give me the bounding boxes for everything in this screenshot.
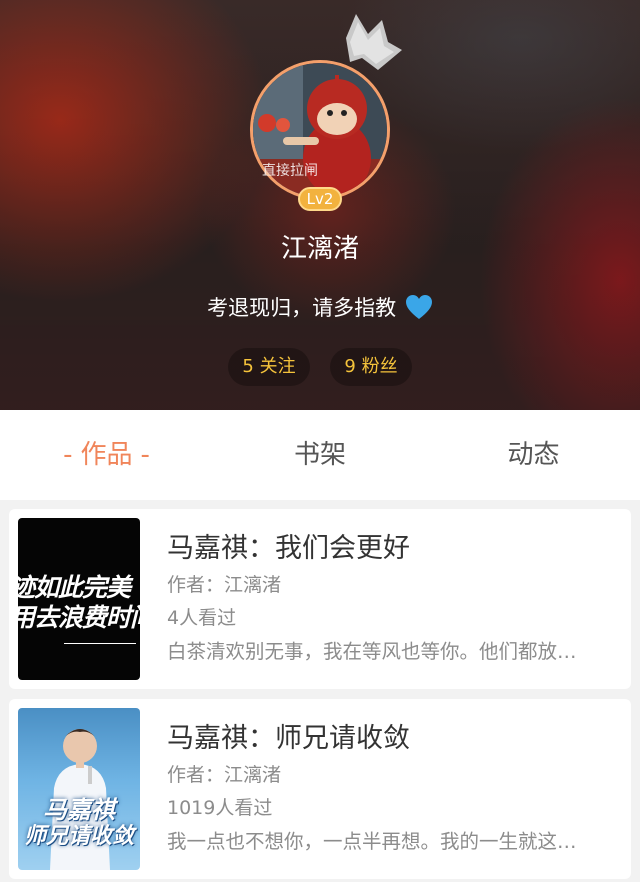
tab-bookshelf-label: 书架 bbox=[293, 440, 346, 470]
work-card[interactable]: 马嘉祺 师兄请收敛 马嘉祺：师兄请收敛 作者：江漓渚 1019人看过 我一点也不… bbox=[9, 699, 631, 879]
followers-count[interactable]: 9 粉丝 bbox=[330, 348, 412, 386]
tab-activity-label: 动态 bbox=[507, 440, 560, 470]
cover-text: 师兄请收敛 bbox=[23, 824, 134, 849]
tab-indicator-left: - bbox=[63, 440, 73, 470]
work-cover[interactable]: 迹如此完美 用去浪费时间 bbox=[18, 518, 140, 680]
work-author: 作者：江漓渚 bbox=[167, 764, 282, 786]
profile-header: 直接拉闸 Lv2 江漓渚 考退现归，请多指教 5 关注 9 粉丝 bbox=[0, 0, 640, 410]
work-views: 4人看过 bbox=[167, 607, 237, 629]
work-card[interactable]: 迹如此完美 用去浪费时间 马嘉祺：我们会更好 作者：江漓渚 4人看过 白茶清欢别… bbox=[9, 509, 631, 689]
work-description: 我一点也不想你，一点半再想。我的一生就这… bbox=[167, 830, 577, 853]
profile-name: 江漓渚 bbox=[280, 234, 359, 264]
work-cover[interactable]: 马嘉祺 师兄请收敛 bbox=[18, 708, 140, 870]
work-description: 白茶清欢别无事，我在等风也等你。他们都放… bbox=[167, 640, 577, 663]
tab-works-label: 作品 bbox=[80, 440, 133, 470]
crown-icon bbox=[346, 14, 402, 70]
work-title[interactable]: 马嘉祺：师兄请收敛 bbox=[167, 721, 617, 757]
cover-decoration bbox=[64, 632, 136, 644]
level-badge: Lv2 bbox=[298, 187, 342, 211]
avatar-caption: 直接拉闸 bbox=[262, 163, 318, 179]
tab-works[interactable]: - 作品 - bbox=[0, 410, 213, 500]
tab-activity[interactable]: 动态 bbox=[427, 410, 640, 500]
following-count[interactable]: 5 关注 bbox=[228, 348, 310, 386]
tab-bar: - 作品 - 书架 动态 bbox=[0, 410, 640, 500]
work-title[interactable]: 马嘉祺：我们会更好 bbox=[167, 531, 617, 567]
tab-indicator-right: - bbox=[140, 440, 150, 470]
profile-bio: 考退现归，请多指教 bbox=[0, 293, 640, 323]
cover-text: 用去浪费时间 bbox=[18, 604, 140, 632]
tab-bookshelf[interactable]: 书架 bbox=[213, 410, 427, 500]
work-author: 作者：江漓渚 bbox=[167, 574, 282, 596]
cover-text: 迹如此完美 bbox=[18, 574, 131, 602]
profile-page: 直接拉闸 Lv2 江漓渚 考退现归，请多指教 5 关注 9 粉丝 - 作品 - 书架… bbox=[0, 0, 640, 882]
bio-text: 考退现归，请多指教 bbox=[207, 296, 397, 320]
heart-icon bbox=[405, 295, 432, 319]
work-views: 1019人看过 bbox=[167, 797, 273, 819]
